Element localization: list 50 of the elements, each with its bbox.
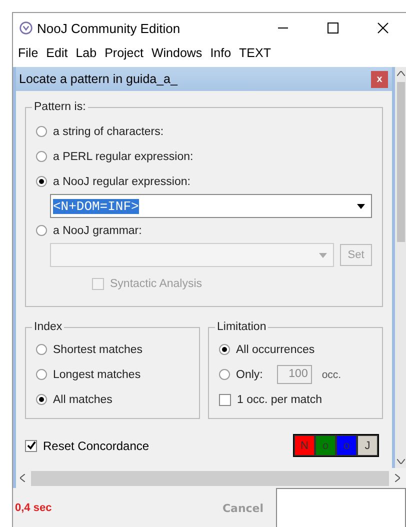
close-button[interactable]: x xyxy=(371,70,388,88)
dropdown-arrow-icon[interactable] xyxy=(357,204,365,208)
dialog-title: Locate a pattern in guida_a_ xyxy=(19,72,178,86)
radio-button[interactable] xyxy=(219,344,230,355)
scroll-up-icon[interactable] xyxy=(396,71,404,76)
radio-button[interactable] xyxy=(36,151,47,162)
checkbox[interactable] xyxy=(219,394,231,406)
menu-item[interactable]: File xyxy=(18,46,38,60)
checkbox-label: Reset Concordance xyxy=(43,438,150,452)
menu-item[interactable]: Project xyxy=(104,46,144,60)
radio-button[interactable] xyxy=(36,225,47,236)
radio-button[interactable] xyxy=(36,369,47,380)
group-label: Index xyxy=(33,321,64,333)
app-logo-icon xyxy=(19,21,33,35)
checkbox[interactable] xyxy=(25,440,37,452)
scroll-down-icon[interactable] xyxy=(396,459,404,464)
scroll-left-icon[interactable] xyxy=(20,474,25,482)
menu-item[interactable]: Info xyxy=(210,46,232,60)
option-label: Shortest matches xyxy=(53,344,142,356)
radio-button[interactable] xyxy=(36,394,47,405)
option-label: a string of characters: xyxy=(53,126,164,138)
menu-item[interactable]: Lab xyxy=(76,46,97,60)
group-label: Limitation xyxy=(216,321,268,333)
window-title: NooJ Community Edition xyxy=(37,20,182,36)
radio-button[interactable] xyxy=(36,126,47,137)
vertical-scrollbar[interactable] xyxy=(395,67,406,468)
radio-button[interactable] xyxy=(36,344,47,355)
group-label: Pattern is: xyxy=(33,101,87,113)
elapsed-time: 0,4 sec xyxy=(14,502,53,514)
color-button[interactable]: J xyxy=(357,435,378,456)
close-icon[interactable] xyxy=(377,22,389,34)
horizontal-scrollbar[interactable] xyxy=(13,468,406,488)
scroll-right-icon[interactable] xyxy=(395,474,400,482)
checkbox-label: 1 occ. per match xyxy=(237,394,322,406)
radio-button[interactable] xyxy=(219,369,230,380)
checkbox-label: Syntactic Analysis xyxy=(110,278,202,290)
option-label: a PERL regular expression: xyxy=(53,150,194,162)
unit-label: occ. xyxy=(322,368,342,380)
maximize-icon[interactable] xyxy=(327,22,339,34)
option-label: All matches xyxy=(53,394,112,406)
option-label: Longest matches xyxy=(53,368,141,380)
option-label: a NooJ regular expression: xyxy=(53,176,190,188)
option-label: Only: xyxy=(236,368,263,380)
radio-button[interactable] xyxy=(36,176,47,187)
menu-item[interactable]: Windows xyxy=(151,46,202,60)
option-label: All occurrences xyxy=(236,344,315,356)
menu-item[interactable]: Edit xyxy=(46,46,68,60)
expression-dropdown[interactable]: <N+DOM=INF> xyxy=(50,194,372,218)
option-label: a NooJ grammar: xyxy=(53,224,142,236)
menu-item[interactable]: TEXT xyxy=(239,46,271,60)
